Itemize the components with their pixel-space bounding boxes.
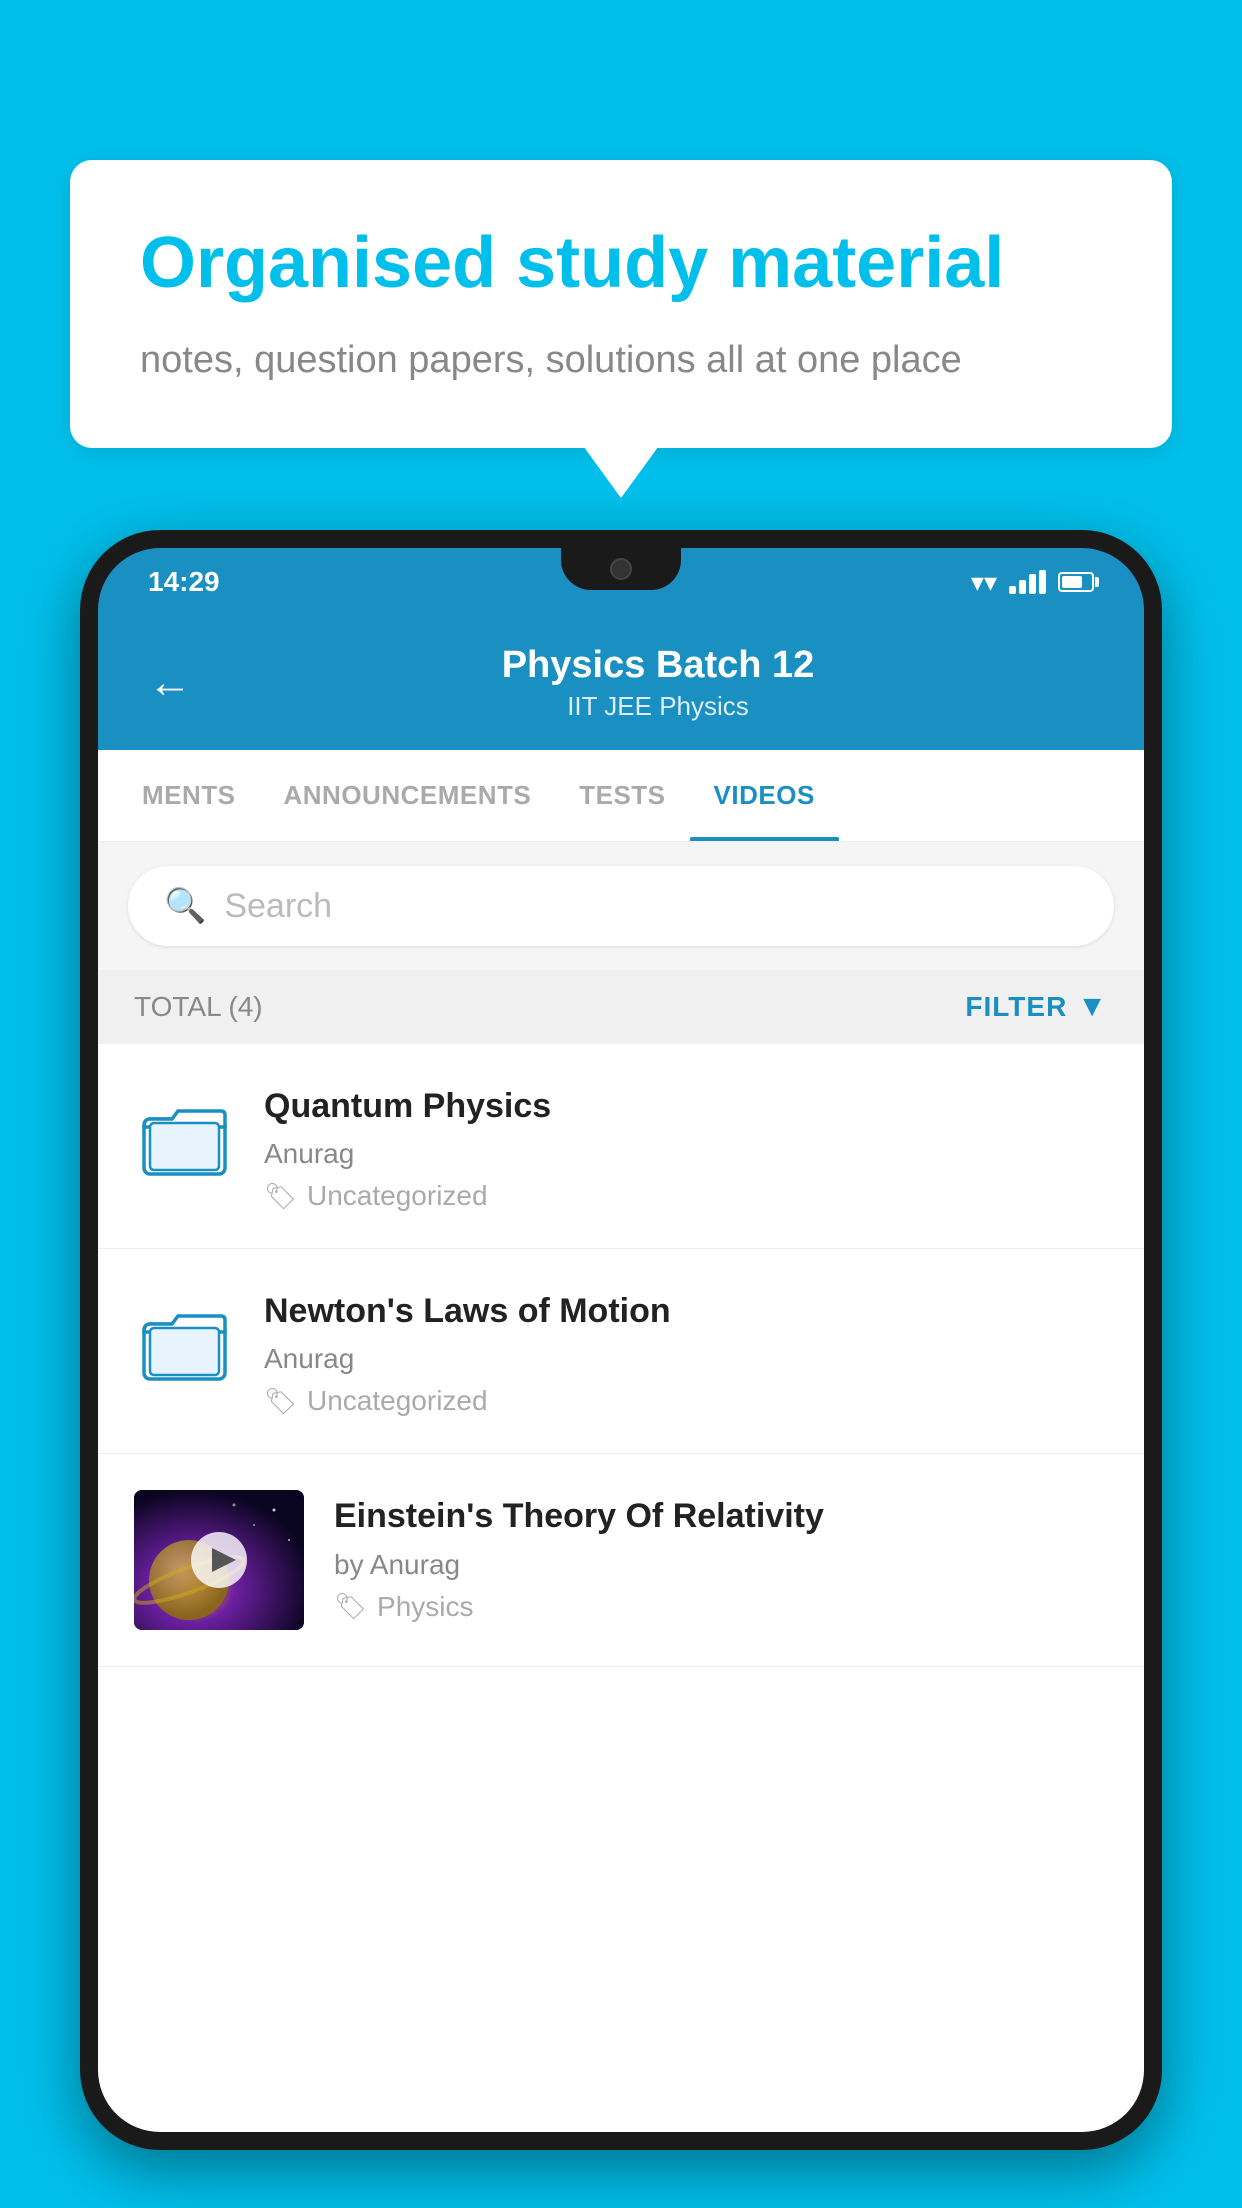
video-thumbnail (134, 1490, 304, 1630)
video-tag: 🏷 Uncategorized (264, 1180, 1108, 1212)
folder-icon-container (134, 1088, 234, 1188)
battery-icon (1058, 572, 1094, 592)
header-title: Physics Batch 12 (222, 644, 1094, 687)
status-bar: 14:29 ▾▾ (98, 548, 1144, 616)
search-icon: 🔍 (164, 886, 206, 926)
list-item[interactable]: Einstein's Theory Of Relativity by Anura… (98, 1454, 1144, 1667)
status-icons: ▾▾ (971, 567, 1094, 598)
list-item[interactable]: Quantum Physics Anurag 🏷 Uncategorized (98, 1044, 1144, 1249)
search-placeholder: Search (224, 887, 332, 926)
filter-bar: TOTAL (4) FILTER ▼ (98, 970, 1144, 1044)
video-author: Anurag (264, 1138, 1108, 1170)
tab-tests[interactable]: TESTS (555, 750, 689, 841)
filter-funnel-icon: ▼ (1077, 990, 1108, 1024)
folder-icon (142, 1101, 227, 1176)
tag-text: Uncategorized (307, 1180, 488, 1212)
phone-notch (561, 548, 681, 590)
video-info: Newton's Laws of Motion Anurag 🏷 Uncateg… (264, 1285, 1108, 1417)
search-bar-container: 🔍 Search (98, 842, 1144, 970)
video-info: Quantum Physics Anurag 🏷 Uncategorized (264, 1080, 1108, 1212)
speech-bubble-section: Organised study material notes, question… (70, 160, 1172, 448)
video-tag: 🏷 Physics (334, 1591, 1108, 1623)
video-info: Einstein's Theory Of Relativity by Anura… (334, 1490, 1108, 1622)
tabs-container: MENTS ANNOUNCEMENTS TESTS VIDEOS (98, 750, 1144, 842)
wifi-icon: ▾▾ (971, 567, 997, 598)
video-title: Newton's Laws of Motion (264, 1289, 1108, 1333)
app-header: ← Physics Batch 12 IIT JEE Physics (98, 616, 1144, 750)
video-title: Quantum Physics (264, 1084, 1108, 1128)
signal-bars (1009, 570, 1046, 594)
tag-text: Physics (377, 1591, 473, 1623)
phone-frame: 14:29 ▾▾ ← (80, 530, 1162, 2150)
tag-icon: 🏷 (264, 1181, 297, 1212)
bubble-title: Organised study material (140, 220, 1102, 306)
folder-icon-container (134, 1293, 234, 1393)
back-button[interactable]: ← (148, 658, 192, 708)
tag-icon: 🏷 (264, 1386, 297, 1417)
tab-ments[interactable]: MENTS (118, 750, 260, 841)
tag-icon: 🏷 (334, 1591, 367, 1622)
tag-text: Uncategorized (307, 1385, 488, 1417)
video-thumbnail-bg (134, 1490, 304, 1630)
video-author: by Anurag (334, 1549, 1108, 1581)
tab-videos[interactable]: VIDEOS (690, 750, 839, 841)
search-bar[interactable]: 🔍 Search (128, 866, 1114, 946)
list-item[interactable]: Newton's Laws of Motion Anurag 🏷 Uncateg… (98, 1249, 1144, 1454)
speech-bubble: Organised study material notes, question… (70, 160, 1172, 448)
video-list: Quantum Physics Anurag 🏷 Uncategorized (98, 1044, 1144, 1667)
header-subtitle: IIT JEE Physics (222, 691, 1094, 722)
video-author: Anurag (264, 1343, 1108, 1375)
app-content: ← Physics Batch 12 IIT JEE Physics MENTS… (98, 616, 1144, 2132)
status-time: 14:29 (148, 566, 220, 598)
filter-label: FILTER (965, 991, 1067, 1023)
phone-mockup: 14:29 ▾▾ ← (80, 530, 1162, 2208)
video-title: Einstein's Theory Of Relativity (334, 1494, 1108, 1538)
total-count: TOTAL (4) (134, 991, 263, 1023)
space-thumbnail (134, 1490, 304, 1630)
filter-button[interactable]: FILTER ▼ (965, 990, 1108, 1024)
header-title-group: Physics Batch 12 IIT JEE Physics (222, 644, 1094, 722)
folder-icon (142, 1306, 227, 1381)
bubble-subtitle: notes, question papers, solutions all at… (140, 334, 1102, 387)
tab-announcements[interactable]: ANNOUNCEMENTS (260, 750, 556, 841)
video-tag: 🏷 Uncategorized (264, 1385, 1108, 1417)
camera-icon (610, 558, 632, 580)
